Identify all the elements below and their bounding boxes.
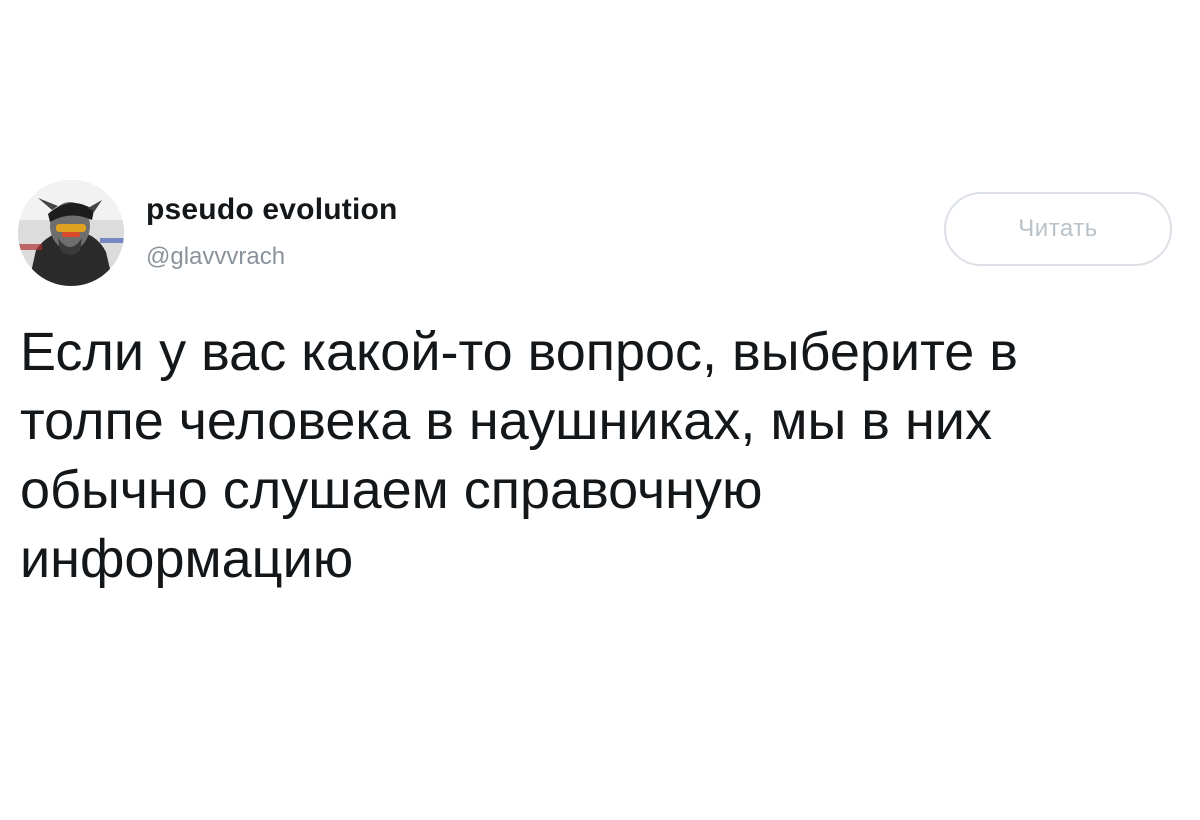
- tweet-text: Если у вас какой-то вопрос, выберите в т…: [20, 318, 1180, 594]
- page: pseudo evolution @glavvvrach Читать Если…: [0, 0, 1200, 820]
- tweet-text-line: обычно слушаем справочную: [20, 460, 763, 520]
- user-avatar-icon: [18, 180, 124, 286]
- author-display-name[interactable]: pseudo evolution: [146, 192, 398, 228]
- tweet-text-line: информацию: [20, 529, 354, 589]
- tweet-text-line: Если у вас какой-то вопрос, выберите в: [20, 322, 1018, 382]
- follow-button[interactable]: Читать: [944, 192, 1172, 266]
- author-handle[interactable]: @glavvvrach: [146, 242, 285, 272]
- tweet-card: pseudo evolution @glavvvrach Читать Если…: [0, 0, 1200, 820]
- follow-button-label: Читать: [1018, 215, 1098, 242]
- author-avatar[interactable]: [18, 180, 124, 286]
- tweet-text-line: толпе человека в наушниках, мы в них: [20, 391, 992, 451]
